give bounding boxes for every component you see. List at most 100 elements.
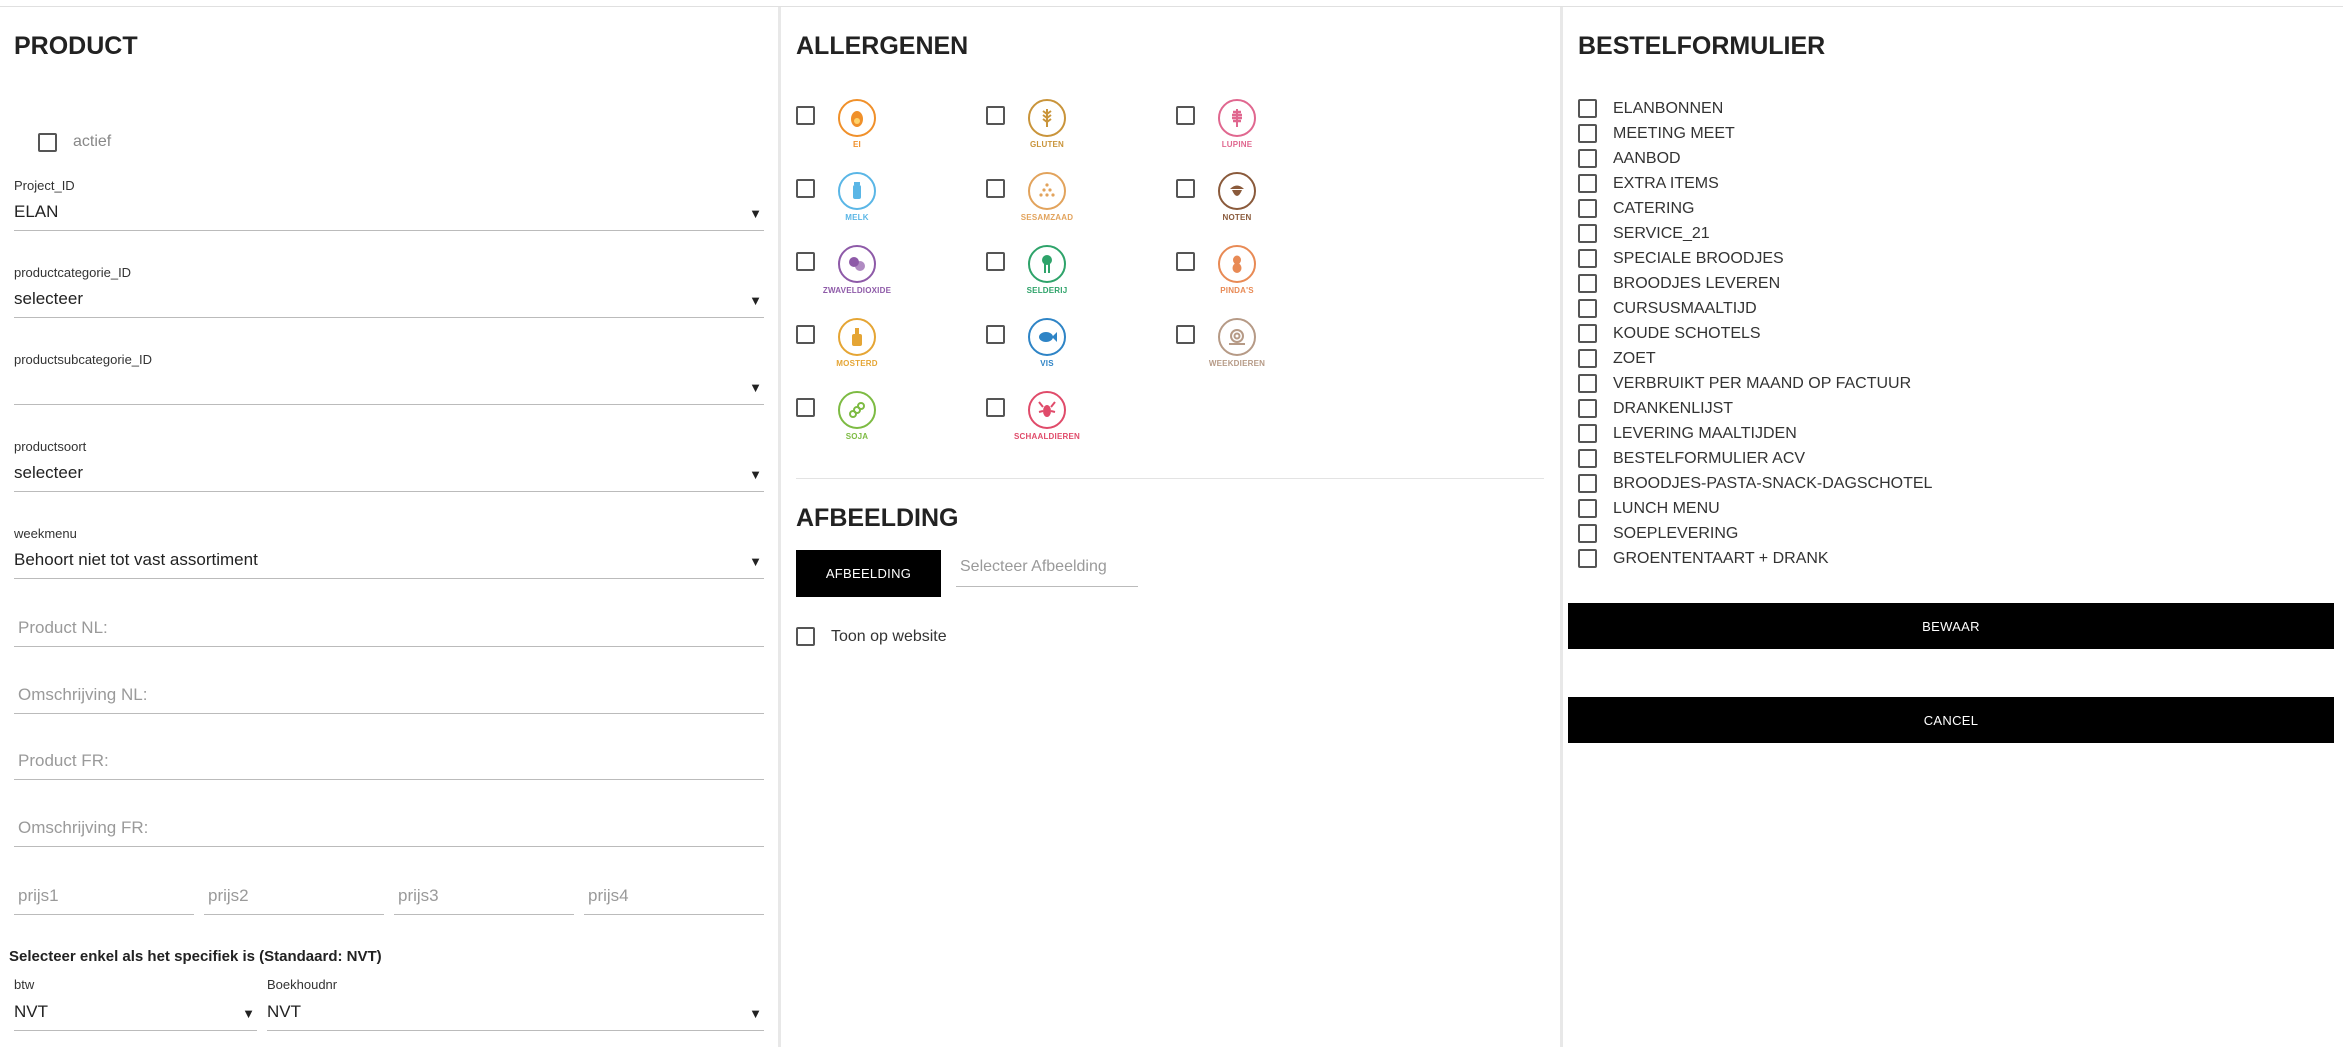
bestelformulier-checkbox[interactable] [1578, 199, 1597, 218]
bestelformulier-checkbox[interactable] [1578, 374, 1597, 393]
allergen-checkbox-weekdieren[interactable] [1176, 325, 1195, 344]
allergen-checkbox-soja[interactable] [796, 398, 815, 417]
bestelformulier-item-label: BROODJES LEVEREN [1613, 275, 1781, 292]
bestelformulier-checkbox[interactable] [1578, 149, 1597, 168]
bestelformulier-checkbox[interactable] [1578, 99, 1597, 118]
bestelformulier-item-label: CURSUSMAALTIJD [1613, 300, 1757, 317]
bestelformulier-checkbox[interactable] [1578, 549, 1597, 568]
allergen-label: SOJA [845, 432, 869, 441]
omschrijving-nl-input[interactable] [14, 682, 764, 714]
productsubcategorie-select[interactable]: ▼ [14, 374, 764, 405]
allergen-checkbox-vis[interactable] [986, 325, 1005, 344]
allergen-checkbox-zwaveldioxide[interactable] [796, 252, 815, 271]
bestelformulier-item-label: ELANBONNEN [1613, 100, 1724, 117]
product-nl-input[interactable] [14, 615, 764, 647]
boekhoudnr-select[interactable]: NVT ▼ [267, 1000, 764, 1031]
bestelformulier-item-label: LEVERING MAALTIJDEN [1613, 425, 1797, 442]
bestelformulier-checkbox[interactable] [1578, 249, 1597, 268]
bestelformulier-item-label: BESTELFORMULIER ACV [1613, 450, 1806, 467]
allergen-checkbox-selderij[interactable] [986, 252, 1005, 271]
omschrijving-fr-input[interactable] [14, 815, 764, 847]
allergen-label: EI [853, 140, 861, 149]
afbeelding-heading: AFBEELDING [796, 504, 959, 532]
sesame-icon [1028, 172, 1066, 210]
save-button[interactable]: BEWAAR [1568, 603, 2334, 649]
allergen-label: PINDA'S [1220, 286, 1254, 295]
egg-icon [838, 99, 876, 137]
bestelformulier-checkbox[interactable] [1578, 399, 1597, 418]
actief-checkbox[interactable] [38, 133, 57, 152]
allergen-checkbox-melk[interactable] [796, 179, 815, 198]
btw-select[interactable]: NVT ▼ [14, 1000, 257, 1031]
bestelformulier-checkbox[interactable] [1578, 349, 1597, 368]
weekmenu-value: Behoort niet tot vast assortiment [14, 550, 258, 569]
allergen-checkbox-mosterd[interactable] [796, 325, 815, 344]
allergen-checkbox-ei[interactable] [796, 106, 815, 125]
prijs4-input[interactable] [584, 883, 764, 915]
allergen-label: SCHAALDIEREN [1014, 432, 1080, 441]
toon-op-website-checkbox[interactable] [796, 627, 815, 646]
weekmenu-label: weekmenu [14, 526, 77, 541]
productcategorie-value: selecteer [14, 289, 83, 308]
productcategorie-label: productcategorie_ID [14, 265, 132, 280]
allergen-checkbox-noten[interactable] [1176, 179, 1195, 198]
bestelformulier-checkbox[interactable] [1578, 299, 1597, 318]
allergen-checkbox-lupine[interactable] [1176, 106, 1195, 125]
bestelformulier-item-label: SPECIALE BROODJES [1613, 250, 1784, 267]
bestelformulier-checkbox[interactable] [1578, 499, 1597, 518]
bestelformulier-item-label: CATERING [1613, 200, 1695, 217]
bestelformulier-item-label: EXTRA ITEMS [1613, 175, 1719, 192]
allergen-checkbox-gluten[interactable] [986, 106, 1005, 125]
productsubcategorie-label: productsubcategorie_ID [14, 352, 153, 367]
bestelformulier-item-label: KOUDE SCHOTELS [1613, 325, 1761, 342]
allergen-checkbox-sesamzaad[interactable] [986, 179, 1005, 198]
prijs1-input[interactable] [14, 883, 194, 915]
bestelformulier-checkbox[interactable] [1578, 124, 1597, 143]
bestelformulier-item-label: LUNCH MENU [1613, 500, 1720, 517]
snail-icon [1218, 318, 1256, 356]
productsoort-label: productsoort [14, 439, 87, 454]
allergen-checkbox-pindas[interactable] [1176, 252, 1195, 271]
specific-note: Selecteer enkel als het specifiek is (St… [9, 948, 382, 965]
allergen-label: MOSTERD [836, 359, 878, 368]
bestelformulier-checkbox[interactable] [1578, 324, 1597, 343]
allergen-label: MELK [845, 213, 869, 222]
weekmenu-select[interactable]: Behoort niet tot vast assortiment ▼ [14, 548, 764, 579]
chevron-down-icon: ▼ [242, 1006, 255, 1021]
bestelformulier-item-label: BROODJES-PASTA-SNACK-DAGSCHOTEL [1613, 475, 1933, 492]
fish-icon [1028, 318, 1066, 356]
productcategorie-select[interactable]: selecteer ▼ [14, 287, 764, 318]
chevron-down-icon: ▼ [749, 293, 762, 308]
allergen-label: LUPINE [1221, 140, 1253, 149]
allergen-label: VIS [1040, 359, 1054, 368]
prijs2-input[interactable] [204, 883, 384, 915]
bestelformulier-checkbox[interactable] [1578, 174, 1597, 193]
productsoort-select[interactable]: selecteer ▼ [14, 461, 764, 492]
btw-label: btw [14, 977, 35, 992]
product-fr-input[interactable] [14, 748, 764, 780]
soy-icon [838, 391, 876, 429]
afbeelding-file-input[interactable] [956, 553, 1138, 587]
bestelformulier-checkbox[interactable] [1578, 424, 1597, 443]
bestelformulier-checkbox[interactable] [1578, 224, 1597, 243]
boekhoudnr-value: NVT [267, 1002, 301, 1021]
afbeelding-button[interactable]: AFBEELDING [796, 550, 941, 597]
sulphite-icon [838, 245, 876, 283]
allergenen-column: ALLERGENEN EI GLUTEN LUPINE MELK SESAMZAAD NO… [780, 7, 1562, 1047]
bestelformulier-item-label: AANBOD [1613, 150, 1681, 167]
project-id-value: ELAN [14, 202, 59, 221]
actief-label: actief [73, 133, 112, 150]
allergen-checkbox-schaaldieren[interactable] [986, 398, 1005, 417]
bestelformulier-item-label: DRANKENLIJST [1613, 400, 1734, 417]
bestelformulier-checkbox[interactable] [1578, 524, 1597, 543]
bestelformulier-checkbox[interactable] [1578, 474, 1597, 493]
bestelformulier-checkbox[interactable] [1578, 449, 1597, 468]
productsoort-value: selecteer [14, 463, 83, 482]
project-id-select[interactable]: ELAN ▼ [14, 200, 764, 231]
cancel-button[interactable]: CANCEL [1568, 697, 2334, 743]
project-id-label: Project_ID [14, 178, 75, 193]
allergen-label: ZWAVELDIOXIDE [822, 286, 892, 295]
prijs3-input[interactable] [394, 883, 574, 915]
allergen-label: NOTEN [1222, 213, 1252, 222]
bestelformulier-checkbox[interactable] [1578, 274, 1597, 293]
